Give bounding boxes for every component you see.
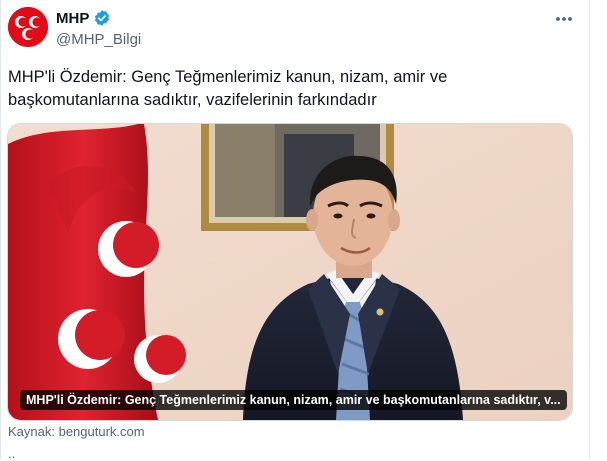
- timeline-border-right: [589, 0, 590, 459]
- account-name-row: MHP: [56, 9, 111, 27]
- link-card[interactable]: MHP'li Özdemir: Genç Teğmenlerimiz kanun…: [7, 123, 573, 421]
- verified-badge-icon: [95, 10, 110, 26]
- card-image: [8, 124, 572, 420]
- avatar[interactable]: [8, 7, 48, 47]
- more-options-button[interactable]: [551, 8, 577, 30]
- account-name[interactable]: MHP: [56, 10, 89, 27]
- tweet-text: MHP'li Özdemir: Genç Teğmenlerimiz kanun…: [8, 68, 448, 109]
- timeline-border-left: [0, 0, 1, 459]
- crescent-logo-icon: [8, 7, 48, 47]
- account-handle[interactable]: @MHP_Bilgi: [56, 31, 141, 48]
- more-horizontal-icon: [556, 17, 572, 21]
- card-source[interactable]: Kaynak: benguturk.com: [8, 424, 145, 439]
- card-title-overlay: MHP'li Özdemir: Genç Teğmenlerimiz kanun…: [20, 390, 567, 410]
